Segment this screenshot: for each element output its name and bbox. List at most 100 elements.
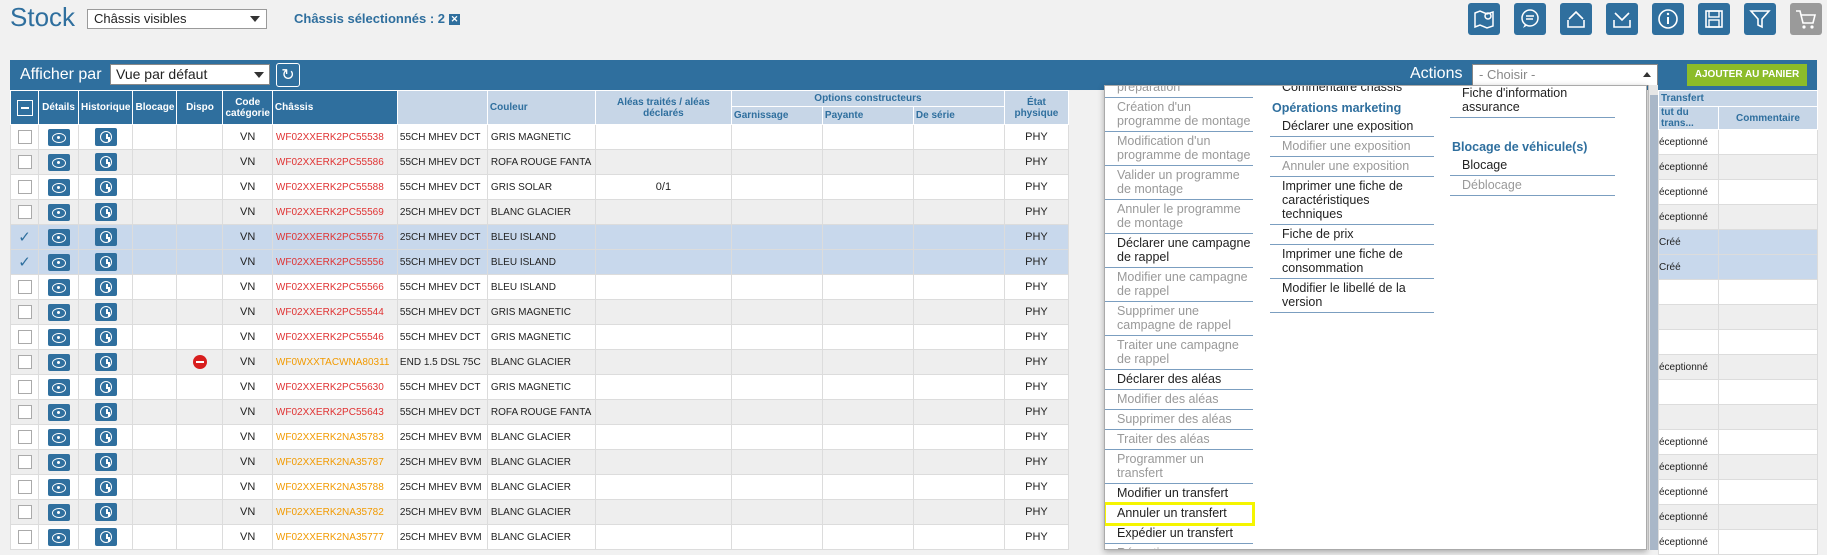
- check-icon[interactable]: ✓: [18, 229, 31, 246]
- eye-icon[interactable]: [47, 453, 70, 471]
- table-row[interactable]: VN WF02XXERK2NA35787 25CH MHEV BVM BLANC GL…: [10, 449, 1069, 475]
- eye-icon[interactable]: [47, 478, 70, 496]
- menu-item[interactable]: Expédier un transfert: [1105, 524, 1253, 544]
- chassis-link[interactable]: WF02XXERK2PC55546: [271, 324, 398, 350]
- eye-icon[interactable]: [47, 403, 70, 421]
- chassis-link[interactable]: WF02XXERK2NA35783: [271, 424, 398, 450]
- table-row[interactable]: éceptionné: [1658, 429, 1819, 455]
- table-row[interactable]: VN WF02XXERK2PC55643 55CH MHEV DCT ROFA ROU…: [10, 399, 1069, 425]
- history-icon[interactable]: [94, 203, 117, 221]
- menu-item[interactable]: Modifier le libellé de la version: [1270, 279, 1434, 313]
- row-checkbox[interactable]: [17, 205, 32, 219]
- row-checkbox[interactable]: [17, 305, 32, 319]
- table-row[interactable]: VN WF02XXERK2PC55538 55CH MHEV DCT GRIS MAG…: [10, 124, 1069, 150]
- row-select-cell[interactable]: [10, 399, 39, 425]
- info-icon[interactable]: [1652, 3, 1684, 35]
- chassis-link[interactable]: WF02XXERK2NA35777: [271, 524, 398, 550]
- history-icon[interactable]: [94, 303, 117, 321]
- history-icon[interactable]: [94, 128, 117, 146]
- col-blocage[interactable]: Blocage: [132, 90, 178, 125]
- scrollbar-thumb[interactable]: [1650, 95, 1658, 550]
- table-row[interactable]: VN WF02XXERK2NA35783 25CH MHEV BVM BLANC GL…: [10, 424, 1069, 450]
- check-icon[interactable]: ✓: [18, 254, 31, 271]
- table-row[interactable]: ✓ VN WF02XXERK2PC55556 55CH MHEV DCT BLEU IS…: [10, 249, 1069, 275]
- col-chassis[interactable]: Châssis: [271, 90, 398, 125]
- chassis-visibility-select[interactable]: Châssis visibles: [87, 9, 267, 29]
- table-row[interactable]: éceptionné: [1658, 129, 1819, 155]
- chassis-link[interactable]: WF02XXERK2PC55538: [271, 124, 398, 150]
- row-select-cell[interactable]: [10, 149, 39, 175]
- menu-item[interactable]: Fiche de prix: [1270, 225, 1434, 245]
- map-pin-icon[interactable]: [1468, 3, 1500, 35]
- eye-icon[interactable]: [47, 178, 70, 196]
- table-row[interactable]: VN WF02XXERK2PC55546 55CH MHEV DCT GRIS MAG…: [10, 324, 1069, 350]
- row-checkbox[interactable]: [17, 505, 32, 519]
- table-row[interactable]: ✓ VN WF02XXERK2PC55576 25CH MHEV DCT BLEU IS…: [10, 224, 1069, 250]
- table-row[interactable]: éceptionné: [1658, 529, 1819, 555]
- chassis-link[interactable]: WF02XXERK2NA35782: [271, 499, 398, 525]
- history-icon[interactable]: [94, 528, 117, 546]
- row-checkbox[interactable]: [17, 130, 32, 144]
- history-icon[interactable]: [94, 278, 117, 296]
- col-code[interactable]: Code catégorie: [222, 90, 273, 125]
- chat-icon[interactable]: [1514, 3, 1546, 35]
- col-commentaire[interactable]: Commentaire: [1717, 106, 1819, 130]
- select-all-header[interactable]: [10, 90, 39, 125]
- eye-icon[interactable]: [47, 428, 70, 446]
- row-select-cell[interactable]: [10, 299, 39, 325]
- history-icon[interactable]: [94, 253, 117, 271]
- row-select-cell[interactable]: ✓: [10, 249, 39, 275]
- row-checkbox[interactable]: [17, 155, 32, 169]
- eye-icon[interactable]: [47, 378, 70, 396]
- menu-item[interactable]: Modifier un transfert: [1105, 484, 1253, 504]
- row-select-cell[interactable]: [10, 374, 39, 400]
- row-checkbox[interactable]: [17, 330, 32, 344]
- history-icon[interactable]: [94, 178, 117, 196]
- table-row[interactable]: éceptionné: [1658, 204, 1819, 230]
- row-select-cell[interactable]: [10, 474, 39, 500]
- chassis-link[interactable]: WF02XXERK2PC55544: [271, 299, 398, 325]
- minus-icon[interactable]: [16, 99, 33, 116]
- row-select-cell[interactable]: [10, 324, 39, 350]
- eye-icon[interactable]: [47, 503, 70, 521]
- history-icon[interactable]: [94, 403, 117, 421]
- table-row[interactable]: éceptionné: [1658, 454, 1819, 480]
- menu-item[interactable]: Déclarer des aléas: [1105, 370, 1253, 390]
- eye-icon[interactable]: [47, 203, 70, 221]
- row-checkbox[interactable]: [17, 480, 32, 494]
- table-row[interactable]: Créé: [1658, 254, 1819, 280]
- save-icon[interactable]: [1698, 3, 1730, 35]
- table-row[interactable]: [1658, 379, 1819, 405]
- table-row[interactable]: [1658, 404, 1819, 430]
- row-select-cell[interactable]: [10, 499, 39, 525]
- col-aleas[interactable]: Aléas traités / aléas déclarés: [594, 90, 732, 125]
- table-row[interactable]: VN WF02XXERK2PC55588 55CH MHEV DCT GRIS SOL…: [10, 174, 1069, 200]
- col-serie[interactable]: De série: [912, 106, 1005, 125]
- table-row[interactable]: [1658, 329, 1819, 355]
- row-select-cell[interactable]: [10, 524, 39, 550]
- actions-select[interactable]: - Choisir -: [1472, 64, 1658, 86]
- row-select-cell[interactable]: [10, 174, 39, 200]
- chassis-link[interactable]: WF02XXERK2NA35788: [271, 474, 398, 500]
- table-row[interactable]: VN WF02XXERK2PC55569 25CH MHEV DCT BLANC GL…: [10, 199, 1069, 225]
- table-row[interactable]: VN WF02XXERK2NA35777 25CH MHEV BVM BLANC GL…: [10, 524, 1069, 550]
- row-select-cell[interactable]: [10, 449, 39, 475]
- table-row[interactable]: éceptionné: [1658, 354, 1819, 380]
- table-row[interactable]: éceptionné: [1658, 154, 1819, 180]
- row-checkbox[interactable]: [17, 430, 32, 444]
- download-icon[interactable]: [1606, 3, 1638, 35]
- chassis-link[interactable]: WF02XXERK2NA35787: [271, 449, 398, 475]
- filter-icon[interactable]: [1744, 3, 1776, 35]
- row-checkbox[interactable]: [17, 180, 32, 194]
- view-select[interactable]: Vue par défaut: [110, 64, 270, 85]
- upload-icon[interactable]: [1560, 3, 1592, 35]
- menu-item-commentaire-chassis[interactable]: Commentaire châssis: [1270, 86, 1434, 97]
- menu-item-fiche-assurance[interactable]: Fiche d'information assurance: [1450, 86, 1615, 118]
- history-icon[interactable]: [94, 503, 117, 521]
- row-checkbox[interactable]: [17, 530, 32, 544]
- chassis-link[interactable]: WF02XXERK2PC55556: [271, 249, 398, 275]
- table-row[interactable]: éceptionné: [1658, 479, 1819, 505]
- eye-icon[interactable]: [47, 328, 70, 346]
- eye-icon[interactable]: [47, 303, 70, 321]
- menu-item[interactable]: Annuler un transfert: [1105, 502, 1255, 526]
